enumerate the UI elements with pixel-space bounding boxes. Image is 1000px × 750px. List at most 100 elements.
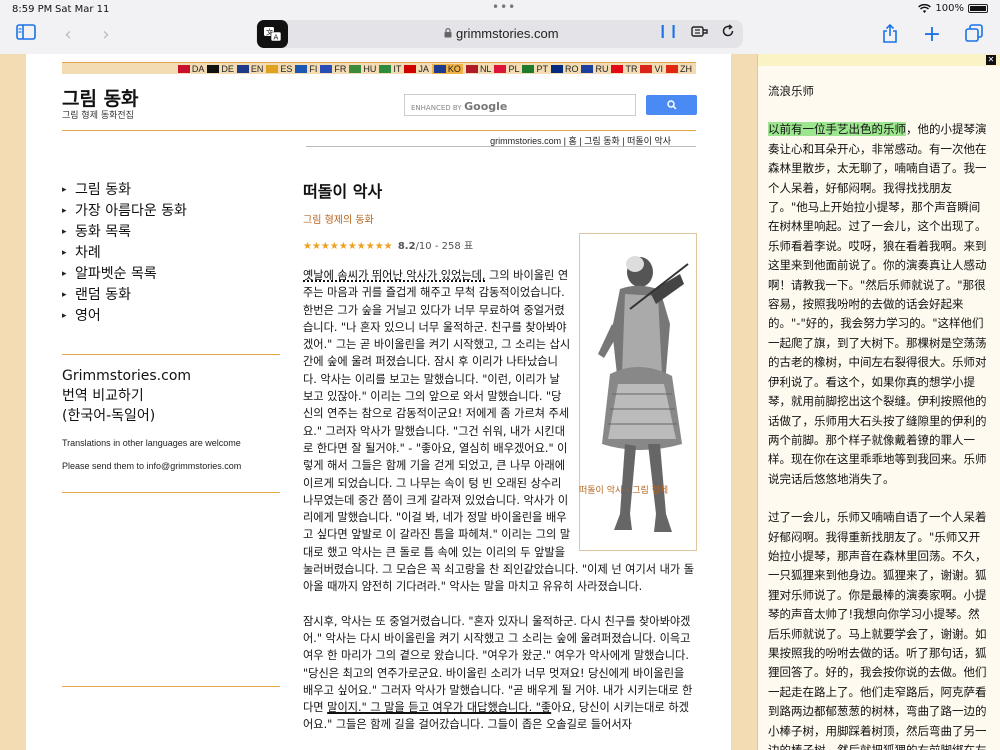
language-link-hu[interactable]: HU [349, 64, 376, 74]
share-icon[interactable] [878, 23, 902, 46]
flag-icon [640, 64, 653, 73]
sidebar-toggle-icon[interactable] [14, 24, 38, 46]
language-link-zh[interactable]: ZH [666, 64, 692, 74]
battery-percent: 100% [935, 3, 964, 14]
language-link-es[interactable]: ES [266, 64, 292, 74]
read-aloud-cursor: 말이지." 그 말을 듣고 여우가 대답했습니다. "좋 [327, 701, 552, 715]
language-code[interactable]: FR [334, 64, 346, 74]
sidebar-item-most-beautiful[interactable]: 가장 아름다운 동화 [62, 201, 282, 222]
language-link-it[interactable]: IT [379, 64, 401, 74]
compare-line2[interactable]: 번역 비교하기 [62, 386, 191, 406]
story-illustration[interactable] [579, 233, 697, 551]
language-link-en[interactable]: EN [236, 64, 264, 74]
flag-icon [295, 64, 308, 73]
flag-icon [207, 64, 220, 73]
language-link-vi[interactable]: VI [640, 64, 663, 74]
language-code[interactable]: FI [309, 64, 317, 74]
page-content: DA DE EN ES FI FR HU IT JA KO NL PL PT RO RU TR VI ZH 그림 … [26, 54, 731, 750]
language-link-ko[interactable]: KO [431, 63, 463, 74]
language-code[interactable]: TR [625, 64, 637, 74]
story-rating[interactable]: ★★★★★★★★★★ 8.2/10 - 258 표 [303, 237, 473, 252]
language-link-pl[interactable]: PL [494, 64, 519, 74]
flag-icon [236, 64, 249, 73]
pause-icon[interactable]: ❙❙ [657, 24, 679, 42]
language-link-ro[interactable]: RO [550, 64, 579, 74]
language-link-fr[interactable]: FR [320, 64, 346, 74]
translation-paragraph-1: 以前有一位手艺出色的乐师，他的小提琴演奏让心和耳朵开心，非常感动。有一次他在森林… [768, 122, 987, 486]
tabs-overview-icon[interactable] [962, 24, 986, 46]
translation-paragraph-2: 过了一会儿，乐师又喃喃自语了一个人呆着好郁闷啊。我得重新找朋友了。"乐师又开始拉… [768, 510, 987, 750]
address-bar-actions: ❙❙ [657, 24, 735, 42]
reading-highlight[interactable]: 옛날에 솜씨가 뛰어난 악사가 있었는데, [303, 269, 485, 282]
battery-icon [968, 4, 988, 13]
language-bar: DA DE EN ES FI FR HU IT JA KO NL PL PT RO RU TR VI ZH [62, 62, 696, 74]
language-link-de[interactable]: DE [207, 64, 234, 74]
language-link-fi[interactable]: FI [295, 64, 317, 74]
web-page: DA DE EN ES FI FR HU IT JA KO NL PL PT RO RU TR VI ZH 그림 … [0, 54, 757, 750]
panel-header: ✕ [758, 54, 1000, 66]
flag-icon [666, 64, 678, 73]
language-code[interactable]: RU [595, 64, 608, 74]
language-code[interactable]: DE [221, 64, 234, 74]
language-code[interactable]: ES [280, 64, 292, 74]
illustration-caption: 떠돌이 악사 - 그림 형제 [579, 486, 669, 496]
url-text[interactable]: grimmstories.com [456, 26, 559, 41]
story-paragraph-2: 잠시후, 악사는 또 중얼거렸습니다. "혼자 있자니 울적하군. 다시 친구를… [303, 614, 693, 732]
language-link-da[interactable]: DA [177, 64, 205, 74]
language-link-ru[interactable]: RU [581, 64, 608, 74]
language-link-ja[interactable]: JA [404, 64, 429, 74]
language-code[interactable]: PT [536, 64, 548, 74]
svg-text:A: A [273, 34, 278, 42]
flag-icon [494, 64, 507, 73]
sidebar-item-contents[interactable]: 차례 [62, 243, 282, 264]
language-code[interactable]: RO [565, 64, 579, 74]
rating-stars[interactable]: ★★★★★★★★★★ [303, 241, 393, 252]
language-code[interactable]: JA [418, 64, 429, 74]
compare-title[interactable]: Grimmstories.com [62, 366, 191, 386]
story-author-link[interactable]: 그림 형제의 동화 [303, 211, 374, 226]
translations-note: Translations in other languages are welc… [62, 438, 241, 448]
contact-note: Please send them to info@grimmstories.co… [62, 461, 242, 471]
flag-icon [379, 64, 392, 73]
rating-votes: /10 - 258 표 [415, 241, 474, 252]
sidebar-nav: 그림 동화 가장 아름다운 동화 동화 목록 차례 알파벳순 목록 랜덤 동화 … [62, 180, 282, 327]
language-code[interactable]: DA [192, 64, 205, 74]
language-code[interactable]: IT [393, 64, 401, 74]
search-button[interactable] [646, 95, 697, 115]
sidebar-divider-2 [62, 492, 280, 493]
language-code[interactable]: HU [363, 64, 376, 74]
language-link-nl[interactable]: NL [465, 64, 492, 74]
sidebar-item-english[interactable]: 영어 [62, 306, 282, 327]
new-tab-icon[interactable]: + [920, 24, 944, 46]
compare-line3[interactable]: (한국어-독일어) [62, 406, 191, 426]
language-code[interactable]: PL [508, 64, 519, 74]
language-code[interactable]: VI [654, 64, 663, 74]
forward-icon[interactable]: › [94, 24, 118, 46]
reload-icon[interactable] [721, 24, 735, 42]
translation-title: 流浪乐师 [768, 84, 814, 98]
flag-icon [522, 64, 535, 73]
site-title[interactable]: 그림 동화 [62, 84, 139, 111]
language-link-tr[interactable]: TR [611, 64, 637, 74]
close-icon[interactable]: ✕ [986, 55, 996, 65]
language-code[interactable]: KO [448, 64, 461, 74]
compare-translations-link[interactable]: Grimmstories.com 번역 비교하기 (한국어-독일어) [62, 366, 191, 426]
back-icon[interactable]: ‹ [56, 24, 80, 46]
search-icon [666, 100, 677, 110]
language-code[interactable]: EN [251, 64, 264, 74]
sidebar-item-tale-list[interactable]: 동화 목록 [62, 222, 282, 243]
flag-icon [320, 64, 333, 73]
language-link-pt[interactable]: PT [522, 64, 548, 74]
multitask-dots-icon[interactable]: ••• [492, 0, 516, 14]
translate-icon[interactable]: 文A [257, 20, 288, 48]
flag-icon [465, 64, 478, 73]
sidebar-item-alphabetical[interactable]: 알파벳순 목록 [62, 264, 282, 285]
sidebar-item-random[interactable]: 랜덤 동화 [62, 285, 282, 306]
language-code[interactable]: NL [480, 64, 492, 74]
lock-icon [444, 28, 452, 38]
reader-extension-icon[interactable] [691, 24, 709, 42]
address-bar[interactable]: 文A grimmstories.com ❙❙ [256, 20, 743, 48]
language-code[interactable]: ZH [680, 64, 692, 74]
search-input[interactable]: ENHANCED BY Google [404, 94, 636, 116]
sidebar-item-grimm-tales[interactable]: 그림 동화 [62, 180, 282, 201]
